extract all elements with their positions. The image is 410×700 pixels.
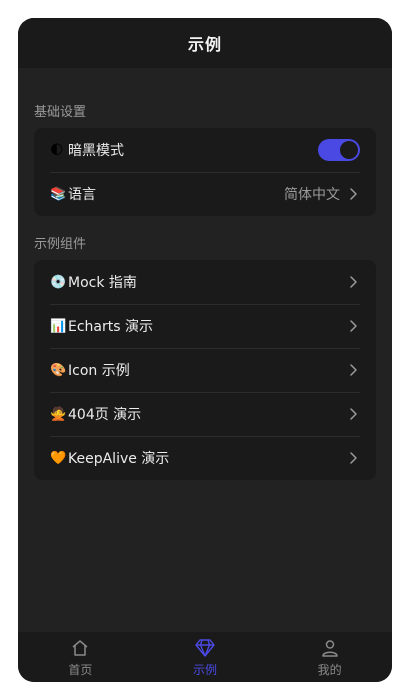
tab-mine-label: 我的 [317,662,342,677]
tab-bar: 首页 示例 我的 [18,632,392,682]
chevron-right-icon [346,407,360,421]
orange-heart-icon: 🧡 [50,450,67,466]
cell-echarts-demo[interactable]: 📊 Echarts 演示 [34,304,376,348]
cell-dark-mode: 🌓 暗黑模式 [34,128,376,172]
user-icon [320,637,340,659]
cell-label-404-demo: 404页 演示 [68,407,142,423]
language-value: 简体中文 [284,187,340,203]
tab-home-label: 首页 [68,662,93,677]
tab-examples[interactable]: 示例 [143,632,268,682]
page-title: 示例 [187,35,222,54]
cell-language[interactable]: 📚 语言 简体中文 [34,172,376,216]
tab-mine[interactable]: 我的 [267,632,392,682]
home-icon [70,637,90,659]
switch-knob [340,141,358,159]
cell-label-mock-guide: Mock 指南 [68,275,137,291]
cell-404-demo[interactable]: 🙅 404页 演示 [34,392,376,436]
chevron-right-icon [346,275,360,289]
group-example-components: 💿 Mock 指南 📊 Echarts 演示 🎨 Icon 示例 🙅 404页 … [34,260,376,480]
group-basic-settings: 🌓 暗黑模式 📚 语言 简体中文 [34,128,376,216]
cell-label-keepalive-demo: KeepAlive 演示 [68,451,170,467]
books-icon: 📚 [50,186,67,202]
person-gesture-icon: 🙅 [50,406,67,422]
cell-label-dark-mode: 暗黑模式 [68,143,124,159]
chevron-right-icon [346,451,360,465]
cell-mock-guide[interactable]: 💿 Mock 指南 [34,260,376,304]
cell-label-language: 语言 [68,187,96,203]
chevron-right-icon [346,187,360,201]
dark-mode-switch[interactable] [318,139,360,161]
tab-examples-label: 示例 [193,662,218,677]
cell-keepalive-demo[interactable]: 🧡 KeepAlive 演示 [34,436,376,480]
chevron-right-icon [346,363,360,377]
tab-home[interactable]: 首页 [18,632,143,682]
diamond-icon [194,637,216,659]
nav-bar: 示例 [18,18,392,68]
chevron-right-icon [346,319,360,333]
moon-icon: 🌓 [50,142,64,158]
section-title-examples: 示例组件 [34,237,87,252]
disc-icon: 💿 [50,274,67,290]
cell-icon-example[interactable]: 🎨 Icon 示例 [34,348,376,392]
cell-label-echarts-demo: Echarts 演示 [68,319,153,335]
bar-chart-icon: 📊 [50,318,67,334]
app-screen: 示例 基础设置 🌓 暗黑模式 📚 语言 简体中文 示例组件 💿 Mock 指南 [18,18,392,682]
palette-icon: 🎨 [50,362,67,378]
section-title-basic: 基础设置 [34,105,87,120]
cell-label-icon-example: Icon 示例 [68,363,130,379]
